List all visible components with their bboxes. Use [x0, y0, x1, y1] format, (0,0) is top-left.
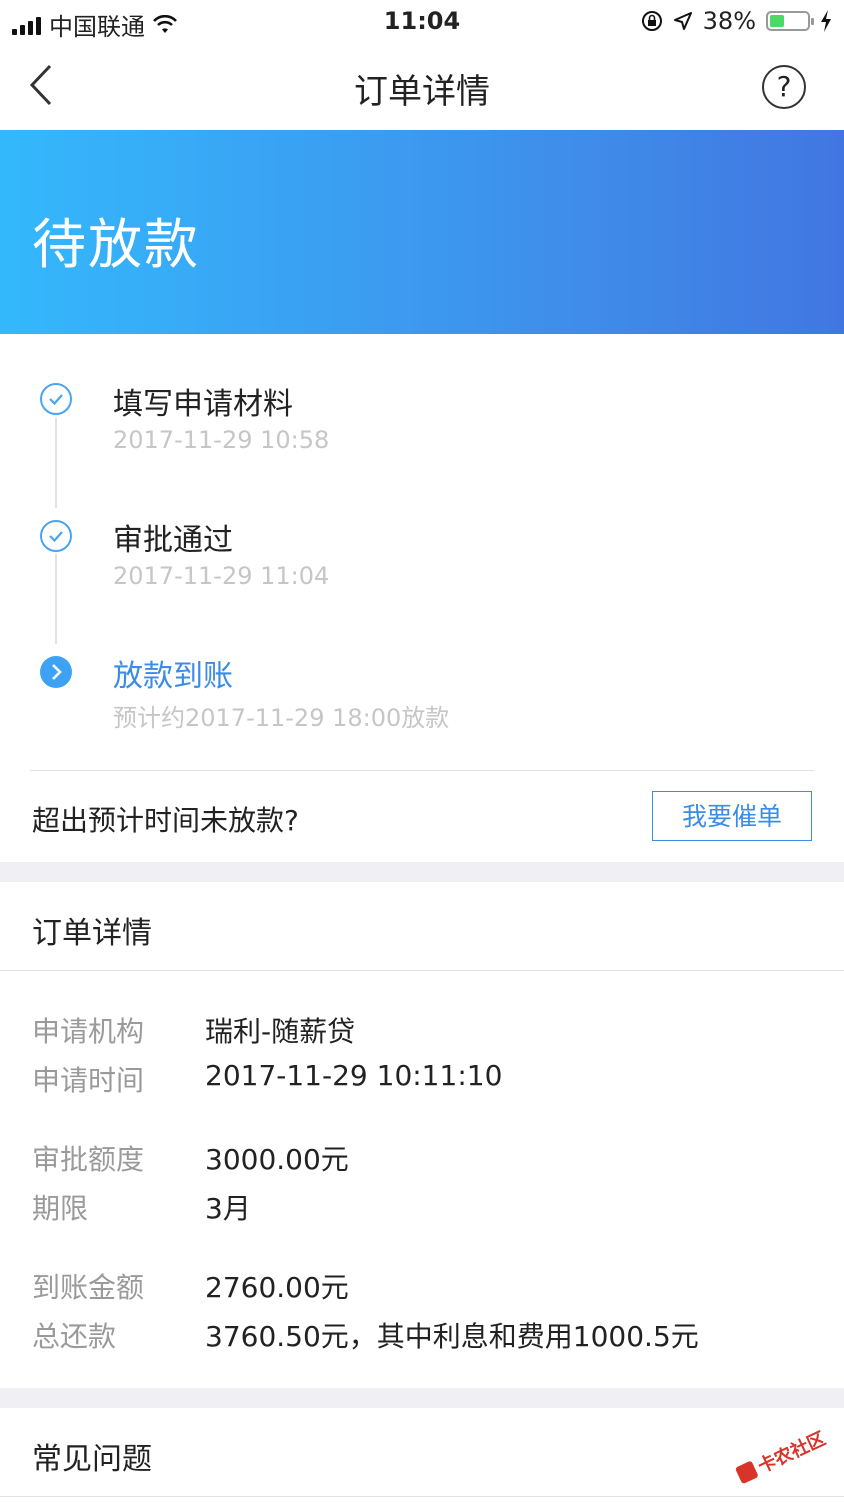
detail-label: 申请时间 [32, 1064, 145, 1097]
timeline-connector [55, 418, 57, 508]
detail-label: 总还款 [32, 1320, 117, 1353]
detail-value: 瑞利-随薪贷 [205, 1015, 356, 1048]
timeline-connector [55, 554, 57, 644]
timeline-step-title: 放款到账 [113, 659, 233, 694]
detail-value: 2017-11-29 10:11:10 [205, 1059, 503, 1092]
detail-label: 申请机构 [32, 1015, 145, 1048]
divider [0, 1496, 844, 1497]
divider [30, 770, 814, 771]
detail-value: 3760.50元，其中利息和费用1000.5元 [205, 1320, 699, 1353]
watermark: 卡农社区 [726, 1407, 842, 1503]
urge-order-button[interactable]: 我要催单 [652, 791, 812, 841]
order-status: 待放款 [32, 213, 200, 276]
timeline-step-time: 2017-11-29 11:04 [113, 562, 330, 590]
detail-value: 3月 [205, 1192, 251, 1225]
detail-label: 审批额度 [32, 1143, 145, 1176]
timeline-step-title: 填写申请材料 [113, 387, 293, 422]
battery-fill [770, 15, 784, 27]
timeline-step-title: 审批通过 [113, 523, 233, 558]
progress-timeline: 填写申请材料 2017-11-29 10:58 审批通过 2017-11-29 … [0, 334, 844, 862]
section-gap [0, 862, 844, 882]
urge-prompt: 超出预计时间未放款? [32, 804, 299, 837]
check-icon [40, 383, 72, 415]
status-bar: 中国联通 11:04 38% [0, 0, 844, 42]
divider [0, 970, 844, 971]
section-gap [0, 1388, 844, 1408]
page-title: 订单详情 [354, 72, 490, 112]
watermark-logo-icon [734, 1460, 759, 1485]
location-icon [673, 12, 692, 30]
detail-label: 期限 [32, 1192, 89, 1225]
help-icon[interactable]: ? [762, 65, 806, 109]
timeline-step-time: 预计约2017-11-29 18:00放款 [113, 704, 450, 732]
orientation-lock-icon [641, 11, 662, 31]
check-icon [40, 520, 72, 552]
detail-value: 2760.00元 [205, 1271, 349, 1304]
detail-label: 到账金额 [32, 1271, 145, 1304]
status-right: 38% [641, 7, 832, 35]
status-banner: 待放款 [0, 130, 844, 334]
charging-icon [821, 10, 831, 32]
nav-bar: 订单详情 ? [0, 42, 844, 131]
faq-title[interactable]: 常见问题 [32, 1434, 152, 1478]
section-title-order-details: 订单详情 [32, 916, 152, 951]
battery-percent: 38% [702, 7, 756, 35]
detail-value: 3000.00元 [205, 1143, 349, 1176]
battery-icon [766, 11, 814, 31]
watermark-text: 卡农社区 [754, 1428, 829, 1478]
timeline-step-time: 2017-11-29 10:58 [113, 426, 330, 454]
arrow-right-icon [40, 656, 72, 688]
